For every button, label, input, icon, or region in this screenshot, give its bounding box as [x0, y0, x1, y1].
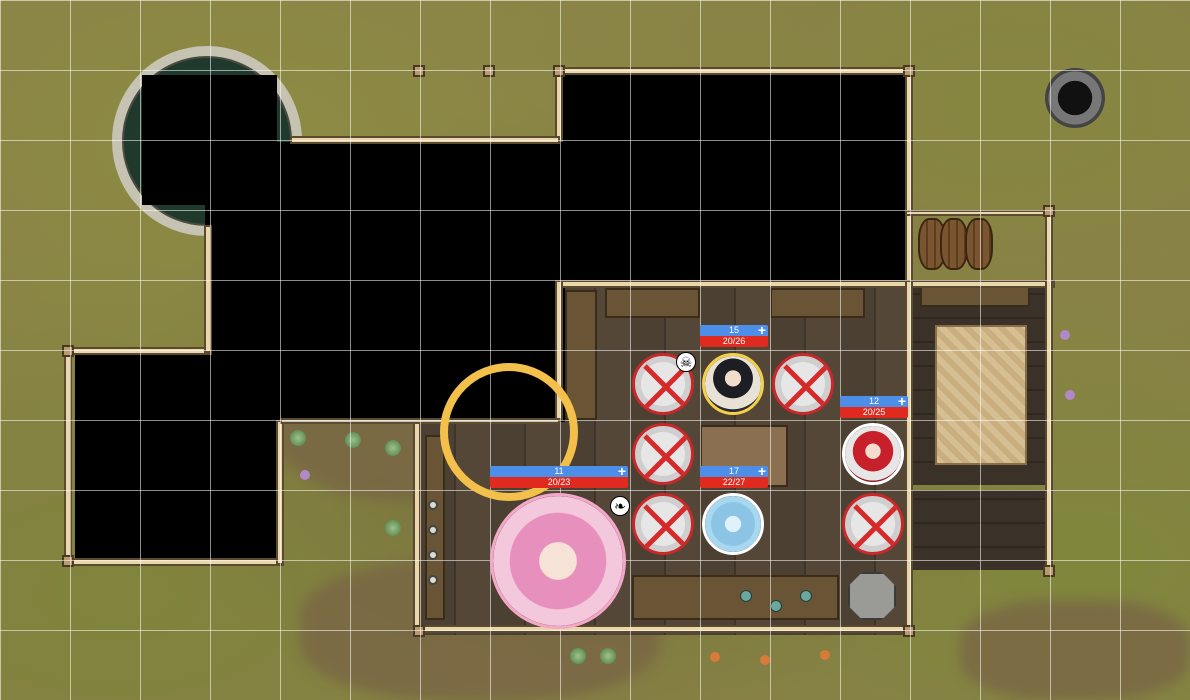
wall-post	[413, 625, 425, 637]
ac-value: 12	[868, 396, 879, 406]
garden-flower	[300, 470, 310, 480]
hp-bar-dark-hair[interactable]: 15 + 20/26	[700, 323, 768, 347]
wall-post	[1043, 205, 1055, 217]
wall	[555, 280, 1055, 288]
pottery	[428, 525, 438, 535]
fog-of-war	[75, 355, 280, 560]
ac-value: 11	[554, 466, 564, 476]
wall	[64, 347, 72, 565]
garden-plant	[345, 432, 361, 448]
leaf-status-icon: ❧	[610, 496, 630, 516]
defeated-token[interactable]	[842, 493, 904, 555]
wall	[415, 625, 915, 633]
wall-post	[903, 65, 915, 77]
wall	[276, 420, 284, 565]
stall-item	[800, 590, 812, 602]
wall-post	[62, 555, 74, 567]
token-red-hair[interactable]	[842, 423, 904, 485]
wall	[1045, 210, 1053, 570]
well[interactable]	[1045, 68, 1105, 128]
counter-north	[605, 288, 700, 318]
wall	[290, 136, 560, 144]
add-icon[interactable]: +	[758, 464, 766, 478]
wall-post	[413, 65, 425, 77]
pottery	[428, 500, 438, 510]
token-dark-hair-glasses[interactable]	[702, 353, 764, 415]
hp-value: 20/23	[490, 477, 628, 488]
battle-map[interactable]: ☠ ❧ 15 + 20/26 12 + 20/25 11 + 20/23 17 + 22…	[0, 0, 1190, 700]
add-icon[interactable]: +	[898, 394, 906, 408]
skull-icon: ☠	[676, 352, 696, 372]
stone-pillar	[848, 572, 896, 620]
wall	[64, 347, 212, 355]
garden-plant	[385, 520, 401, 536]
garden-plant	[385, 440, 401, 456]
portrait	[705, 496, 761, 552]
portrait	[845, 426, 901, 482]
dirt-patch-south	[960, 600, 1190, 700]
wall-post	[903, 625, 915, 637]
rug	[935, 325, 1027, 465]
wall	[555, 67, 563, 142]
barrel	[940, 218, 968, 270]
ac-value: 15	[728, 325, 739, 335]
garden-flower	[1065, 390, 1075, 400]
fog-of-war	[560, 75, 905, 280]
add-icon[interactable]: +	[618, 464, 626, 478]
hp-bar-red-hair[interactable]: 12 + 20/25	[840, 394, 908, 418]
wall-post	[553, 65, 565, 77]
barrel	[965, 218, 993, 270]
garden-flower	[1060, 330, 1070, 340]
stall-item	[770, 600, 782, 612]
portrait	[705, 356, 761, 412]
ac-value: 17	[728, 466, 739, 476]
garden-plant	[570, 648, 586, 664]
wall-post	[1043, 565, 1055, 577]
wall	[64, 558, 284, 566]
garden-flower	[820, 650, 830, 660]
hp-bar-pink-cat[interactable]: 11 + 20/23	[490, 464, 628, 488]
wall-post	[62, 345, 74, 357]
wall	[905, 280, 913, 630]
wall	[413, 420, 421, 632]
wall	[555, 67, 910, 75]
garden-flower	[710, 652, 720, 662]
stairs[interactable]	[910, 490, 1050, 570]
pottery	[428, 575, 438, 585]
token-pink-cat[interactable]	[490, 493, 626, 629]
garden-flower	[760, 655, 770, 665]
defeated-token[interactable]	[772, 353, 834, 415]
portrait	[493, 496, 623, 626]
defeated-token[interactable]	[632, 493, 694, 555]
wall	[905, 210, 1050, 216]
bookshelf	[920, 285, 1030, 307]
garden-plant	[290, 430, 306, 446]
add-icon[interactable]: +	[758, 323, 766, 337]
hp-bar-blue-slime[interactable]: 17 + 22/27	[700, 464, 768, 488]
token-blue-slime[interactable]	[702, 493, 764, 555]
wall	[905, 67, 913, 282]
wall	[204, 225, 212, 353]
wall-post	[483, 65, 495, 77]
garden-plant	[600, 648, 616, 664]
pottery	[428, 550, 438, 560]
defeated-token[interactable]	[632, 423, 694, 485]
counter-north-east	[770, 288, 865, 318]
stall-item	[740, 590, 752, 602]
